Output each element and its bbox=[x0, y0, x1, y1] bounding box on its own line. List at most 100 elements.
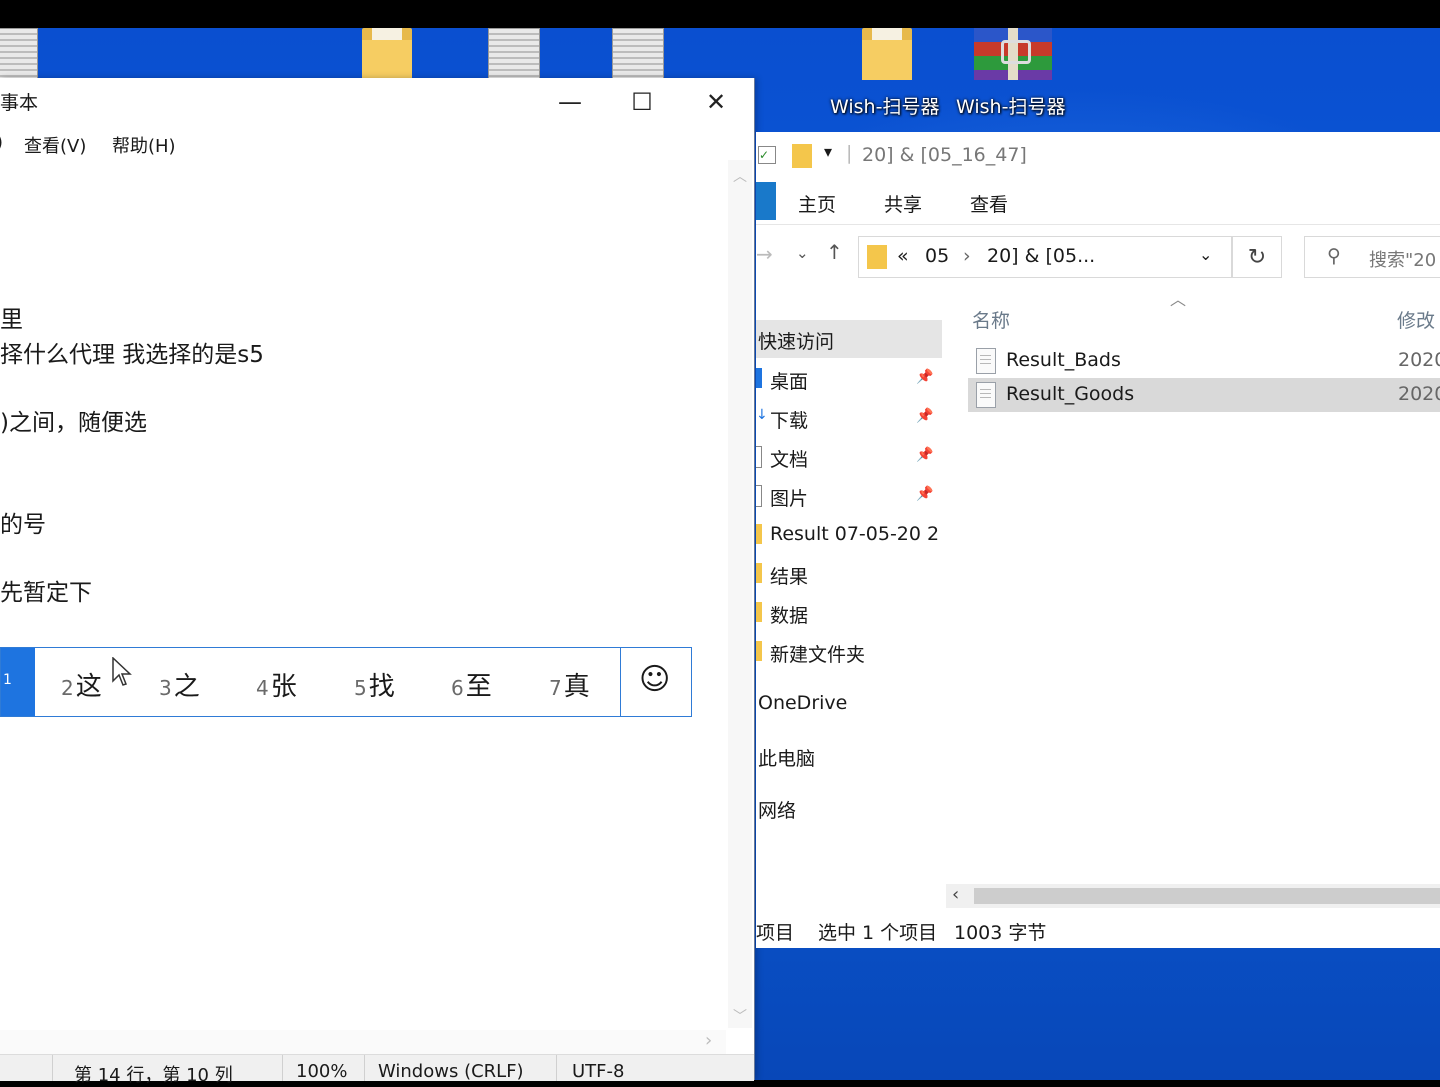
minimize-button[interactable]: — bbox=[534, 78, 606, 126]
notepad-window: 事本 — ☐ ✕ ) 查看(V) 帮助(H) 里 择什么代理 我选择的是s5 )… bbox=[0, 78, 755, 1086]
nav-label: OneDrive bbox=[758, 692, 848, 714]
candidate-char: 至 bbox=[465, 672, 492, 702]
emoji-icon[interactable]: ☺ bbox=[639, 662, 670, 697]
candidate-char: 这 bbox=[75, 672, 102, 702]
scroll-left-icon[interactable]: ‹ bbox=[952, 884, 959, 905]
horizontal-scrollbar[interactable]: › bbox=[0, 1030, 726, 1054]
ime-candidate[interactable]: 4张 bbox=[256, 666, 297, 703]
candidate-number: 5 bbox=[354, 676, 367, 700]
nav-item-documents[interactable]: 文档 📌 bbox=[756, 438, 942, 474]
text-file-icon bbox=[976, 382, 996, 408]
ime-candidate[interactable]: 3之 bbox=[159, 666, 200, 703]
nav-label: 图片 bbox=[770, 488, 809, 510]
scroll-down-icon[interactable]: ﹀ bbox=[733, 1006, 747, 1026]
file-name: Result_Bads bbox=[1006, 349, 1121, 371]
menu-help[interactable]: 帮助(H) bbox=[112, 132, 176, 158]
breadcrumb-item[interactable]: 20] & [05... bbox=[987, 245, 1095, 267]
text-line: 里 bbox=[0, 307, 23, 333]
folder-icon bbox=[756, 563, 762, 583]
horizontal-scrollbar[interactable]: ‹ bbox=[946, 884, 1440, 908]
nav-label: 桌面 bbox=[770, 371, 809, 393]
folder-icon bbox=[756, 602, 762, 622]
nav-item-folder[interactable]: 新建文件夹 bbox=[756, 633, 942, 669]
nav-item-this-pc[interactable]: 此电脑 bbox=[756, 737, 942, 773]
nav-item-onedrive[interactable]: OneDrive bbox=[756, 685, 942, 721]
nav-quick-access[interactable]: 快速访问 bbox=[756, 320, 942, 358]
ime-selected-candidate[interactable]: 1 bbox=[1, 648, 35, 716]
folder-icon bbox=[792, 144, 812, 168]
column-header-name[interactable]: 名称 bbox=[972, 306, 1010, 333]
ime-candidate[interactable]: 7真 bbox=[549, 666, 590, 703]
ime-candidate[interactable]: 6至 bbox=[451, 666, 492, 703]
nav-label: 文档 bbox=[770, 449, 809, 471]
ime-candidate-bar: 1 2这 3之 4张 5找 6至 7真 ☺ bbox=[0, 647, 692, 717]
ime-candidate[interactable]: 5找 bbox=[354, 666, 395, 703]
nav-item-folder[interactable]: 数据 bbox=[756, 594, 942, 630]
ribbon-tabs: 主页 共享 查看 bbox=[756, 178, 1440, 225]
nav-item-folder[interactable]: Result 07-05-20 2 bbox=[756, 516, 942, 552]
status-size: 1003 字节 bbox=[954, 922, 1047, 944]
winrar-archive-icon bbox=[974, 28, 1052, 80]
pin-icon: 📌 bbox=[916, 369, 934, 385]
nav-item-network[interactable]: 网络 bbox=[756, 789, 942, 825]
tab-file[interactable] bbox=[756, 182, 776, 220]
file-row[interactable]: Result_Bads 2020 bbox=[968, 344, 1440, 378]
ime-candidate[interactable]: 2这 bbox=[61, 666, 102, 703]
mouse-cursor-icon bbox=[112, 657, 132, 686]
status-line-ending: Windows (CRLF) bbox=[378, 1061, 524, 1082]
tab-share[interactable]: 共享 bbox=[884, 190, 922, 217]
explorer-titlebar[interactable]: ✓ ▾ | 20] & [05_16_47] bbox=[756, 132, 1440, 178]
text-line: 择什么代理 我选择的是s5 bbox=[0, 342, 264, 368]
scroll-up-icon[interactable]: ︿ bbox=[733, 166, 747, 186]
breadcrumb-overflow-icon[interactable]: « bbox=[897, 245, 909, 267]
search-placeholder: 搜索"20 bbox=[1369, 250, 1437, 271]
navigation-pane: 快速访问 桌面 📌 ↓ 下载 📌 文档 📌 图片 📌 Result 07-05-… bbox=[756, 294, 942, 884]
refresh-button[interactable]: ↻ bbox=[1232, 236, 1282, 278]
candidate-number: 7 bbox=[549, 676, 562, 700]
forward-arrow-icon[interactable]: → bbox=[756, 242, 773, 266]
nav-label: 下载 bbox=[770, 410, 809, 432]
close-button[interactable]: ✕ bbox=[680, 78, 752, 126]
menu-view[interactable]: 查看(V) bbox=[24, 132, 86, 158]
pin-icon: 📌 bbox=[916, 486, 934, 502]
scroll-right-icon[interactable]: › bbox=[705, 1030, 712, 1051]
nav-item-downloads[interactable]: ↓ 下载 📌 bbox=[756, 399, 942, 435]
navigation-bar: → ⌄ ↑ « 05 › 20] & [05... ⌄ ↻ ⚲ 搜索"20 bbox=[756, 224, 1440, 294]
status-position: 第 14 行，第 10 列 bbox=[74, 1065, 233, 1086]
document-icon bbox=[756, 446, 762, 468]
desktop-icon-label: Wish-扫号器 bbox=[830, 96, 940, 118]
desktop-document-icon[interactable] bbox=[488, 28, 540, 80]
nav-label: 此电脑 bbox=[758, 748, 816, 770]
address-bar[interactable]: « 05 › 20] & [05... ⌄ bbox=[858, 236, 1232, 278]
tab-home[interactable]: 主页 bbox=[798, 190, 836, 217]
nav-item-pictures[interactable]: 图片 📌 bbox=[756, 477, 942, 513]
recent-locations-icon[interactable]: ⌄ bbox=[796, 244, 809, 262]
nav-item-folder[interactable]: 结果 bbox=[756, 555, 942, 591]
status-item-count: 项目 bbox=[756, 922, 795, 944]
nav-item-desktop[interactable]: 桌面 📌 bbox=[756, 360, 942, 396]
tab-view[interactable]: 查看 bbox=[970, 190, 1008, 217]
status-selected: 选中 1 个项目 bbox=[818, 922, 938, 944]
vertical-scrollbar[interactable]: ︿ ﹀ bbox=[728, 160, 752, 1028]
up-arrow-icon[interactable]: ↑ bbox=[826, 240, 843, 264]
pin-icon: 📌 bbox=[916, 408, 934, 424]
address-dropdown-icon[interactable]: ⌄ bbox=[1199, 245, 1212, 264]
text-editor[interactable]: 里 择什么代理 我选择的是s5 )之间，随便选 的号 先暂定下 bbox=[0, 160, 726, 1028]
desktop-icon-label: Wish-扫号器 bbox=[956, 96, 1066, 118]
column-header-modified[interactable]: 修改 bbox=[1397, 306, 1435, 333]
candidate-char: 之 bbox=[173, 672, 200, 702]
picture-icon bbox=[756, 485, 762, 507]
nav-label: 数据 bbox=[770, 605, 809, 627]
breadcrumb-item[interactable]: 05 bbox=[925, 245, 949, 267]
desktop-document-icon[interactable] bbox=[0, 28, 38, 80]
maximize-button[interactable]: ☐ bbox=[606, 78, 678, 126]
file-row-selected[interactable]: Result_Goods 2020 bbox=[968, 378, 1440, 412]
notepad-titlebar[interactable]: 事本 — ☐ ✕ bbox=[0, 78, 754, 128]
desktop-folder-icon[interactable] bbox=[362, 28, 412, 80]
properties-check-icon[interactable]: ✓ bbox=[758, 146, 776, 164]
quick-access-dropdown-icon[interactable]: ▾ bbox=[824, 142, 832, 161]
desktop-document-icon[interactable] bbox=[612, 28, 664, 80]
breadcrumb-separator-icon: › bbox=[963, 245, 971, 267]
search-box[interactable]: ⚲ 搜索"20 bbox=[1304, 236, 1440, 278]
scrollbar-thumb[interactable] bbox=[974, 888, 1440, 904]
